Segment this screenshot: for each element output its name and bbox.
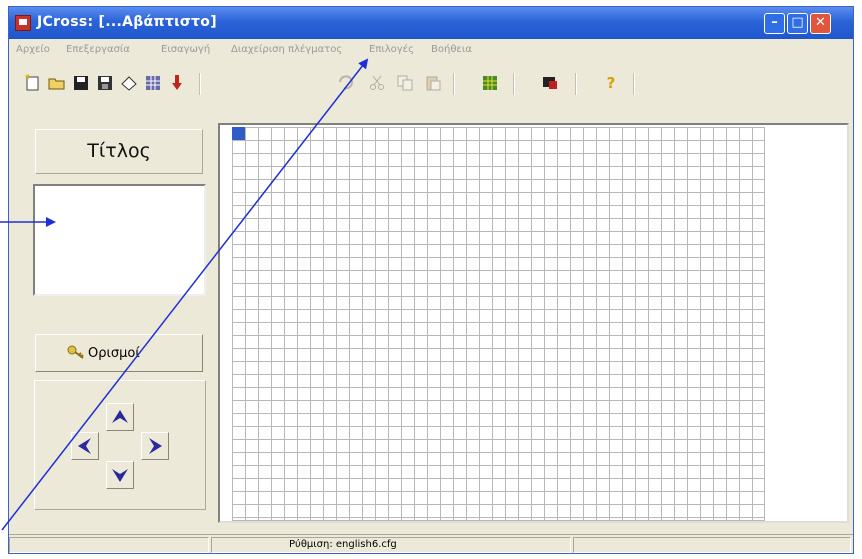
annotation-arrow-to-grid-menu [1, 58, 369, 531]
annotation-overlay [0, 58, 369, 531]
